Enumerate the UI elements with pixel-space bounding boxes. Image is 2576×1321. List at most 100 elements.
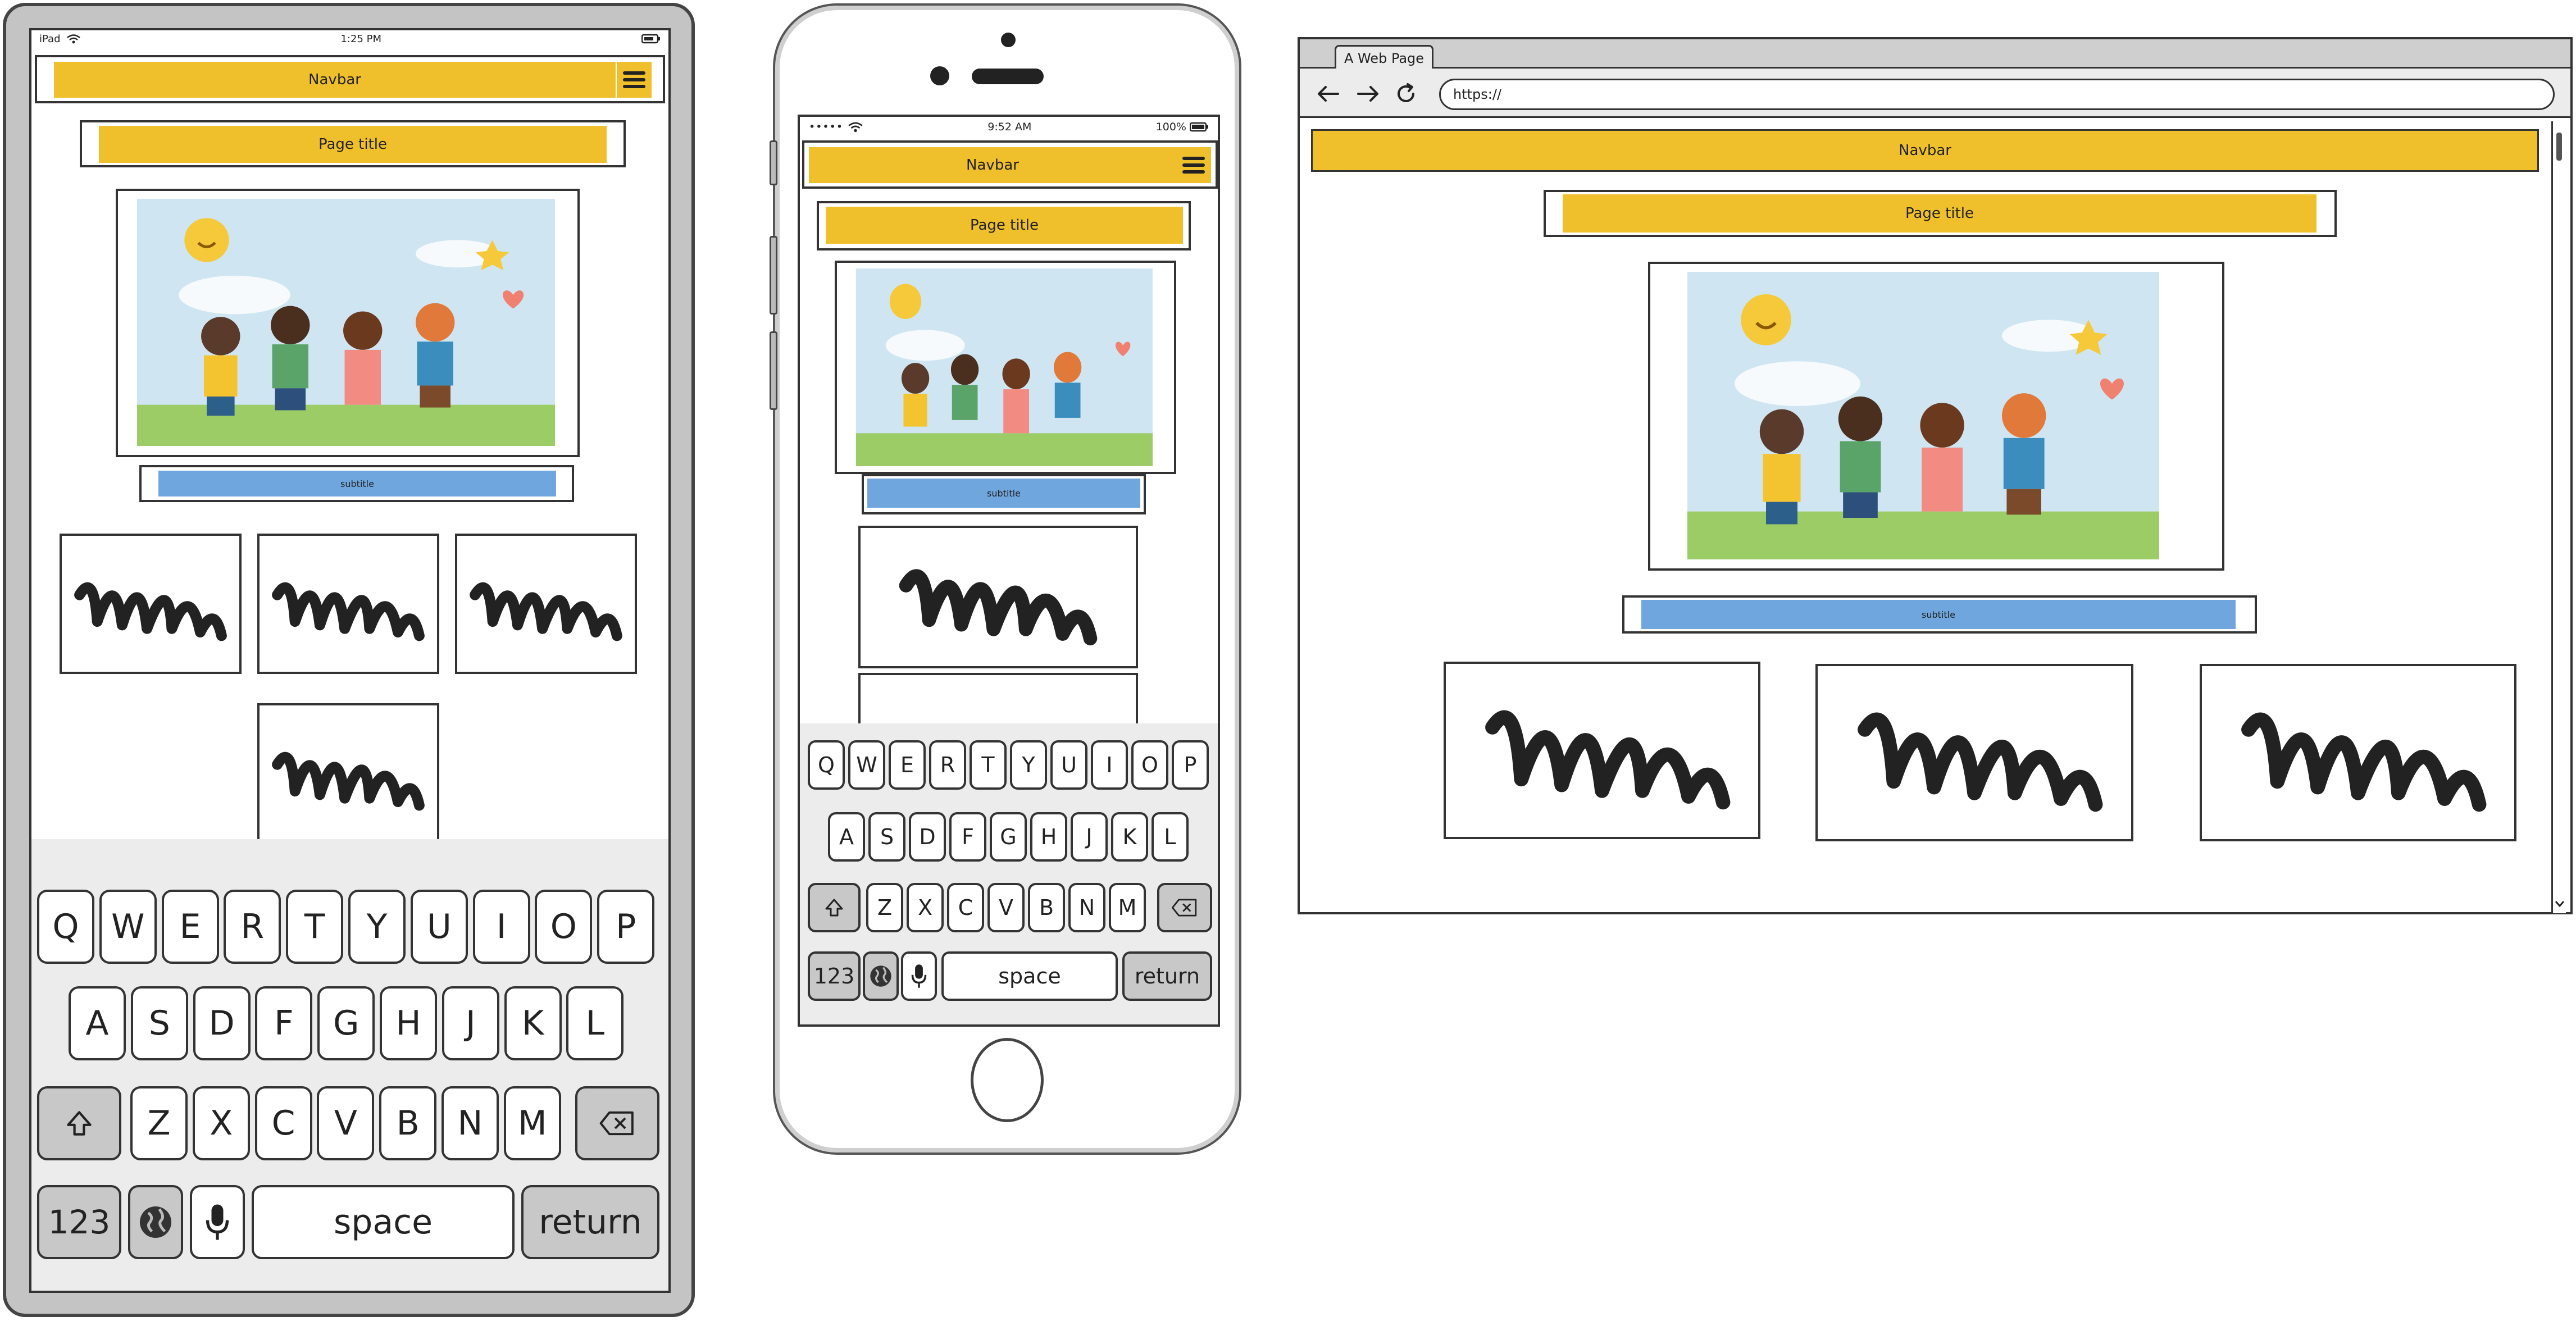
key-o[interactable]: O: [535, 890, 593, 964]
shift-key[interactable]: [808, 883, 861, 932]
key-f[interactable]: F: [949, 812, 986, 862]
key-f[interactable]: F: [255, 986, 313, 1060]
subtitle: subtitle: [158, 471, 556, 496]
backspace-key[interactable]: [1157, 883, 1212, 932]
content-card[interactable]: [60, 534, 242, 674]
key-a[interactable]: A: [69, 986, 126, 1060]
key-b[interactable]: B: [379, 1086, 437, 1160]
key-z[interactable]: Z: [130, 1086, 188, 1160]
tablet-screen: iPad 1:25 PM Navbar Page title subtitle …: [29, 28, 671, 1293]
key-y[interactable]: Y: [1010, 740, 1047, 790]
navbar[interactable]: Navbar: [809, 147, 1176, 183]
key-h[interactable]: H: [1030, 812, 1067, 862]
key-g[interactable]: G: [990, 812, 1027, 862]
key-x[interactable]: X: [192, 1086, 250, 1160]
microphone-icon: [206, 1204, 229, 1240]
content-card[interactable]: [257, 703, 439, 844]
subtitle: subtitle: [867, 479, 1140, 508]
key-i[interactable]: I: [1091, 740, 1128, 790]
backspace-key[interactable]: [575, 1086, 659, 1160]
return-key[interactable]: return: [521, 1185, 659, 1259]
menu-toggle[interactable]: [617, 62, 652, 98]
key-h[interactable]: H: [380, 986, 437, 1060]
key-p[interactable]: P: [1172, 740, 1209, 790]
key-e[interactable]: E: [889, 740, 926, 790]
key-y[interactable]: Y: [348, 890, 406, 964]
numbers-key[interactable]: 123: [808, 951, 861, 1001]
key-q[interactable]: Q: [37, 890, 94, 964]
browser-window: A Web Page https:// Navbar Page title su…: [1298, 37, 2573, 914]
key-r[interactable]: R: [224, 890, 281, 964]
key-n[interactable]: N: [442, 1086, 499, 1160]
address-bar[interactable]: https://: [1439, 79, 2555, 110]
hero-image: [856, 268, 1153, 466]
key-t[interactable]: T: [970, 740, 1007, 790]
key-k[interactable]: K: [504, 986, 562, 1060]
content-card[interactable]: [455, 534, 637, 674]
key-d[interactable]: D: [193, 986, 251, 1060]
key-a[interactable]: A: [828, 812, 865, 862]
key-o[interactable]: O: [1131, 740, 1168, 790]
content-card[interactable]: [858, 526, 1138, 668]
navbar[interactable]: Navbar: [1311, 129, 2539, 172]
menu-toggle[interactable]: [1176, 147, 1211, 183]
back-arrow-icon[interactable]: [1316, 84, 1340, 103]
content-card[interactable]: [2200, 664, 2516, 841]
key-w[interactable]: W: [99, 890, 157, 964]
microphone-key[interactable]: [190, 1185, 245, 1259]
key-w[interactable]: W: [848, 740, 885, 790]
key-k[interactable]: K: [1111, 812, 1148, 862]
key-j[interactable]: J: [1071, 812, 1108, 862]
key-x[interactable]: X: [907, 883, 944, 932]
content-card[interactable]: [1815, 664, 2133, 841]
key-n[interactable]: N: [1068, 883, 1105, 932]
shift-key[interactable]: [37, 1086, 121, 1160]
space-key[interactable]: space: [941, 951, 1118, 1001]
home-button[interactable]: [971, 1038, 1044, 1122]
key-g[interactable]: G: [317, 986, 375, 1060]
key-p[interactable]: P: [597, 890, 655, 964]
key-r[interactable]: R: [929, 740, 966, 790]
forward-arrow-icon[interactable]: [1356, 84, 1381, 103]
scrollbar[interactable]: [2551, 121, 2566, 913]
key-z[interactable]: Z: [866, 883, 903, 932]
phone-status-bar: ••••• 9:52 AM 100%: [800, 117, 1218, 137]
key-l[interactable]: L: [566, 986, 624, 1060]
key-m[interactable]: M: [503, 1086, 561, 1160]
globe-key[interactable]: [128, 1185, 183, 1259]
numbers-key[interactable]: 123: [37, 1185, 121, 1259]
navbar[interactable]: Navbar: [54, 62, 616, 98]
key-c[interactable]: C: [947, 883, 984, 932]
return-key[interactable]: return: [1122, 951, 1212, 1001]
key-m[interactable]: M: [1109, 883, 1146, 932]
scroll-down-icon[interactable]: [2555, 900, 2565, 908]
key-b[interactable]: B: [1028, 883, 1065, 932]
phone-speaker: [972, 69, 1044, 84]
key-j[interactable]: J: [442, 986, 499, 1060]
microphone-key[interactable]: [901, 951, 937, 1001]
onscreen-keyboard: QWERTYUIOP ASDFGHJKL ZXCVBNM 123 space r…: [800, 723, 1218, 1024]
key-u[interactable]: U: [410, 890, 468, 964]
key-d[interactable]: D: [909, 812, 946, 862]
scrollbar-thumb[interactable]: [2556, 133, 2562, 161]
key-u[interactable]: U: [1050, 740, 1087, 790]
key-l[interactable]: L: [1152, 812, 1189, 862]
content-card[interactable]: [257, 534, 439, 674]
key-s[interactable]: S: [868, 812, 905, 862]
key-e[interactable]: E: [161, 890, 219, 964]
status-time: 9:52 AM: [987, 121, 1032, 133]
content-card[interactable]: [1444, 662, 1760, 839]
reload-icon[interactable]: [1394, 82, 1418, 106]
key-s[interactable]: S: [130, 986, 188, 1060]
key-t[interactable]: T: [286, 890, 344, 964]
browser-tab[interactable]: A Web Page: [1335, 45, 1433, 70]
key-v[interactable]: V: [987, 883, 1025, 932]
wifi-icon: [66, 34, 80, 44]
onscreen-keyboard: QWERTYUIOP ASDFGHJKL ZXCVBNM 123 space r…: [31, 839, 668, 1291]
globe-key[interactable]: [863, 951, 899, 1001]
space-key[interactable]: space: [252, 1185, 515, 1259]
key-c[interactable]: C: [254, 1086, 312, 1160]
key-v[interactable]: V: [317, 1086, 375, 1160]
key-i[interactable]: I: [472, 890, 530, 964]
key-q[interactable]: Q: [808, 740, 845, 790]
